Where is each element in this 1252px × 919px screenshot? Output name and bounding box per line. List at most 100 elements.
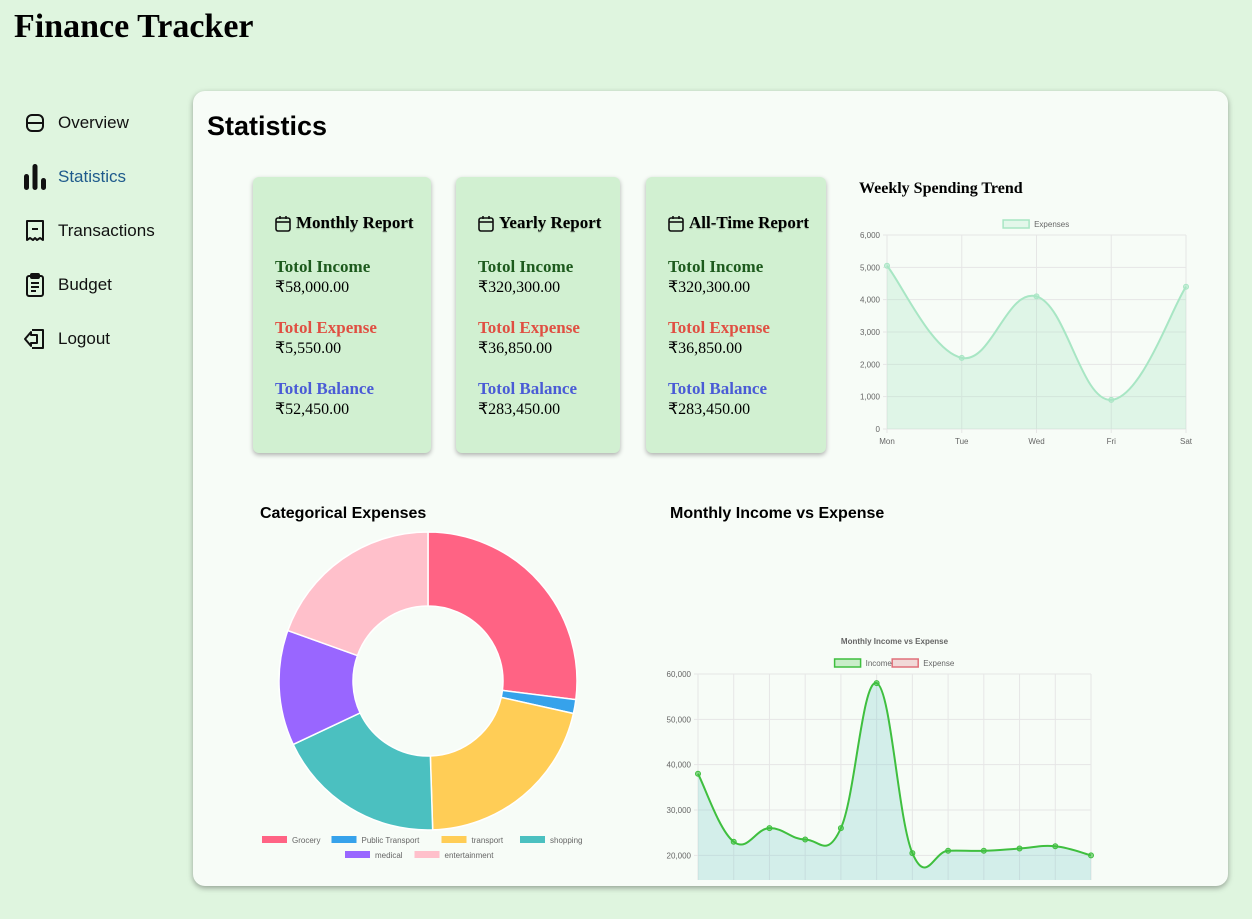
income-value: ₹320,300.00 [478, 279, 561, 296]
sidebar-item-label: Logout [58, 329, 110, 348]
expense-label: Totol Expense [275, 318, 377, 337]
expense-value: ₹36,850.00 [668, 340, 743, 357]
yearly-report-card: Yearly Report Totol Income ₹320,300.00 T… [456, 177, 620, 453]
income-label: Totol Income [478, 257, 574, 276]
data-point [730, 838, 737, 845]
data-point [1052, 843, 1059, 850]
y-tick-label: 2,000 [860, 360, 881, 369]
report-title: All-Time Report [689, 213, 810, 232]
x-tick-label: Sat [1180, 437, 1193, 446]
balance-value: ₹283,450.00 [668, 401, 751, 418]
balance-label: Totol Balance [275, 379, 375, 398]
legend-label: Public Transport [362, 836, 421, 845]
legend-label: Expenses [1034, 220, 1069, 229]
y-tick-label: 60,000 [667, 670, 692, 679]
legend-swatch [833, 658, 862, 668]
income-value: ₹320,300.00 [668, 279, 751, 296]
data-point [1088, 852, 1094, 859]
y-tick-label: 6,000 [860, 231, 881, 240]
expense-label: Totol Expense [478, 318, 580, 337]
balance-value: ₹52,450.00 [275, 401, 350, 418]
all-time-report-card: All-Time Report Totol Income ₹320,300.00… [646, 177, 826, 453]
sidebar-item-overview[interactable]: Overview [22, 96, 182, 150]
report-title: Yearly Report [499, 213, 602, 232]
data-point [1108, 396, 1115, 403]
sidebar-item-transactions[interactable]: Transactions [22, 204, 182, 258]
calendar-icon [275, 215, 291, 232]
legend-swatch [891, 658, 919, 668]
weekly-chart-title: Weekly Spending Trend [859, 180, 1023, 197]
categorical-expenses-chart: Grocery Public Transport transport shopping… [262, 531, 582, 860]
pie-slice [427, 531, 578, 701]
y-tick-label: 20,000 [667, 851, 692, 860]
legend-label: Expense [923, 659, 955, 668]
data-point [1016, 845, 1023, 852]
app-title: Finance Tracker [14, 8, 254, 45]
sidebar-item-label: Overview [58, 113, 129, 132]
monthly-chart-title: Monthly Income vs Expense [670, 505, 885, 522]
data-point [958, 354, 965, 361]
calendar-icon [668, 215, 684, 232]
x-tick-label: Fri [1107, 437, 1117, 446]
pie-slice [286, 531, 429, 657]
sidebar-item-logout[interactable]: Logout [22, 312, 182, 366]
y-tick-label: 4,000 [860, 296, 881, 305]
legend-swatch [331, 836, 357, 843]
overview-icon [22, 110, 48, 136]
sidebar-item-budget[interactable]: Budget [22, 258, 182, 312]
legend-swatch [441, 836, 467, 843]
data-point [945, 847, 952, 854]
sidebar-item-label: Transactions [58, 221, 155, 240]
page-title: Statistics [207, 111, 328, 141]
legend-swatch [520, 836, 545, 843]
income-value: ₹58,000.00 [275, 279, 350, 296]
legend-label: Income [866, 659, 893, 668]
sidebar-item-label: Budget [58, 275, 112, 294]
monthly-report-card: Monthly Report Totol Income ₹58,000.00 T… [253, 177, 431, 453]
data-point [873, 680, 880, 687]
legend-label: entertainment [445, 851, 495, 860]
expense-label: Totol Expense [668, 318, 770, 337]
logout-icon [22, 326, 48, 352]
series-area [698, 683, 1091, 880]
monthly-income-expense-chart: Monthly Income vs ExpenseIncomeExpense01… [667, 637, 1094, 880]
calendar-icon [478, 215, 494, 232]
report-title: Monthly Report [296, 213, 414, 232]
receipt-icon [22, 218, 48, 244]
data-point [884, 262, 890, 269]
bar-chart-icon [22, 164, 48, 190]
balance-label: Totol Balance [478, 379, 578, 398]
income-label: Totol Income [668, 257, 764, 276]
x-tick-label: Tue [955, 437, 969, 446]
y-tick-label: 5,000 [860, 263, 881, 272]
y-tick-label: 40,000 [667, 761, 692, 770]
data-point [802, 836, 809, 843]
balance-label: Totol Balance [668, 379, 768, 398]
legend-label: Grocery [292, 836, 320, 845]
data-point [1033, 293, 1040, 300]
clipboard-icon [22, 272, 48, 298]
y-tick-label: 0 [876, 425, 881, 434]
income-label: Totol Income [275, 257, 371, 276]
balance-value: ₹283,450.00 [478, 401, 561, 418]
y-tick-label: 1,000 [860, 393, 881, 402]
sidebar-item-statistics[interactable]: Statistics [22, 150, 182, 204]
expense-value: ₹5,550.00 [275, 340, 342, 357]
expense-value: ₹36,850.00 [478, 340, 553, 357]
legend-label: transport [472, 836, 504, 845]
y-tick-label: 50,000 [667, 715, 692, 724]
data-point [1183, 283, 1189, 290]
data-point [980, 847, 987, 854]
y-tick-label: 3,000 [860, 328, 881, 337]
sidebar-item-label: Statistics [58, 167, 127, 186]
x-tick-label: Mon [879, 437, 895, 446]
legend-label: medical [375, 851, 403, 860]
data-point [837, 825, 844, 832]
x-tick-label: Wed [1028, 437, 1044, 446]
y-tick-label: 30,000 [667, 806, 692, 815]
data-point [766, 825, 773, 832]
statistics-panel: Statistics Monthly Report Totol Income ₹… [193, 91, 1228, 886]
chart-title: Monthly Income vs Expense [841, 637, 949, 646]
legend-swatch [414, 851, 440, 858]
sidebar: Overview Statistics Transactions Budget … [22, 96, 182, 366]
